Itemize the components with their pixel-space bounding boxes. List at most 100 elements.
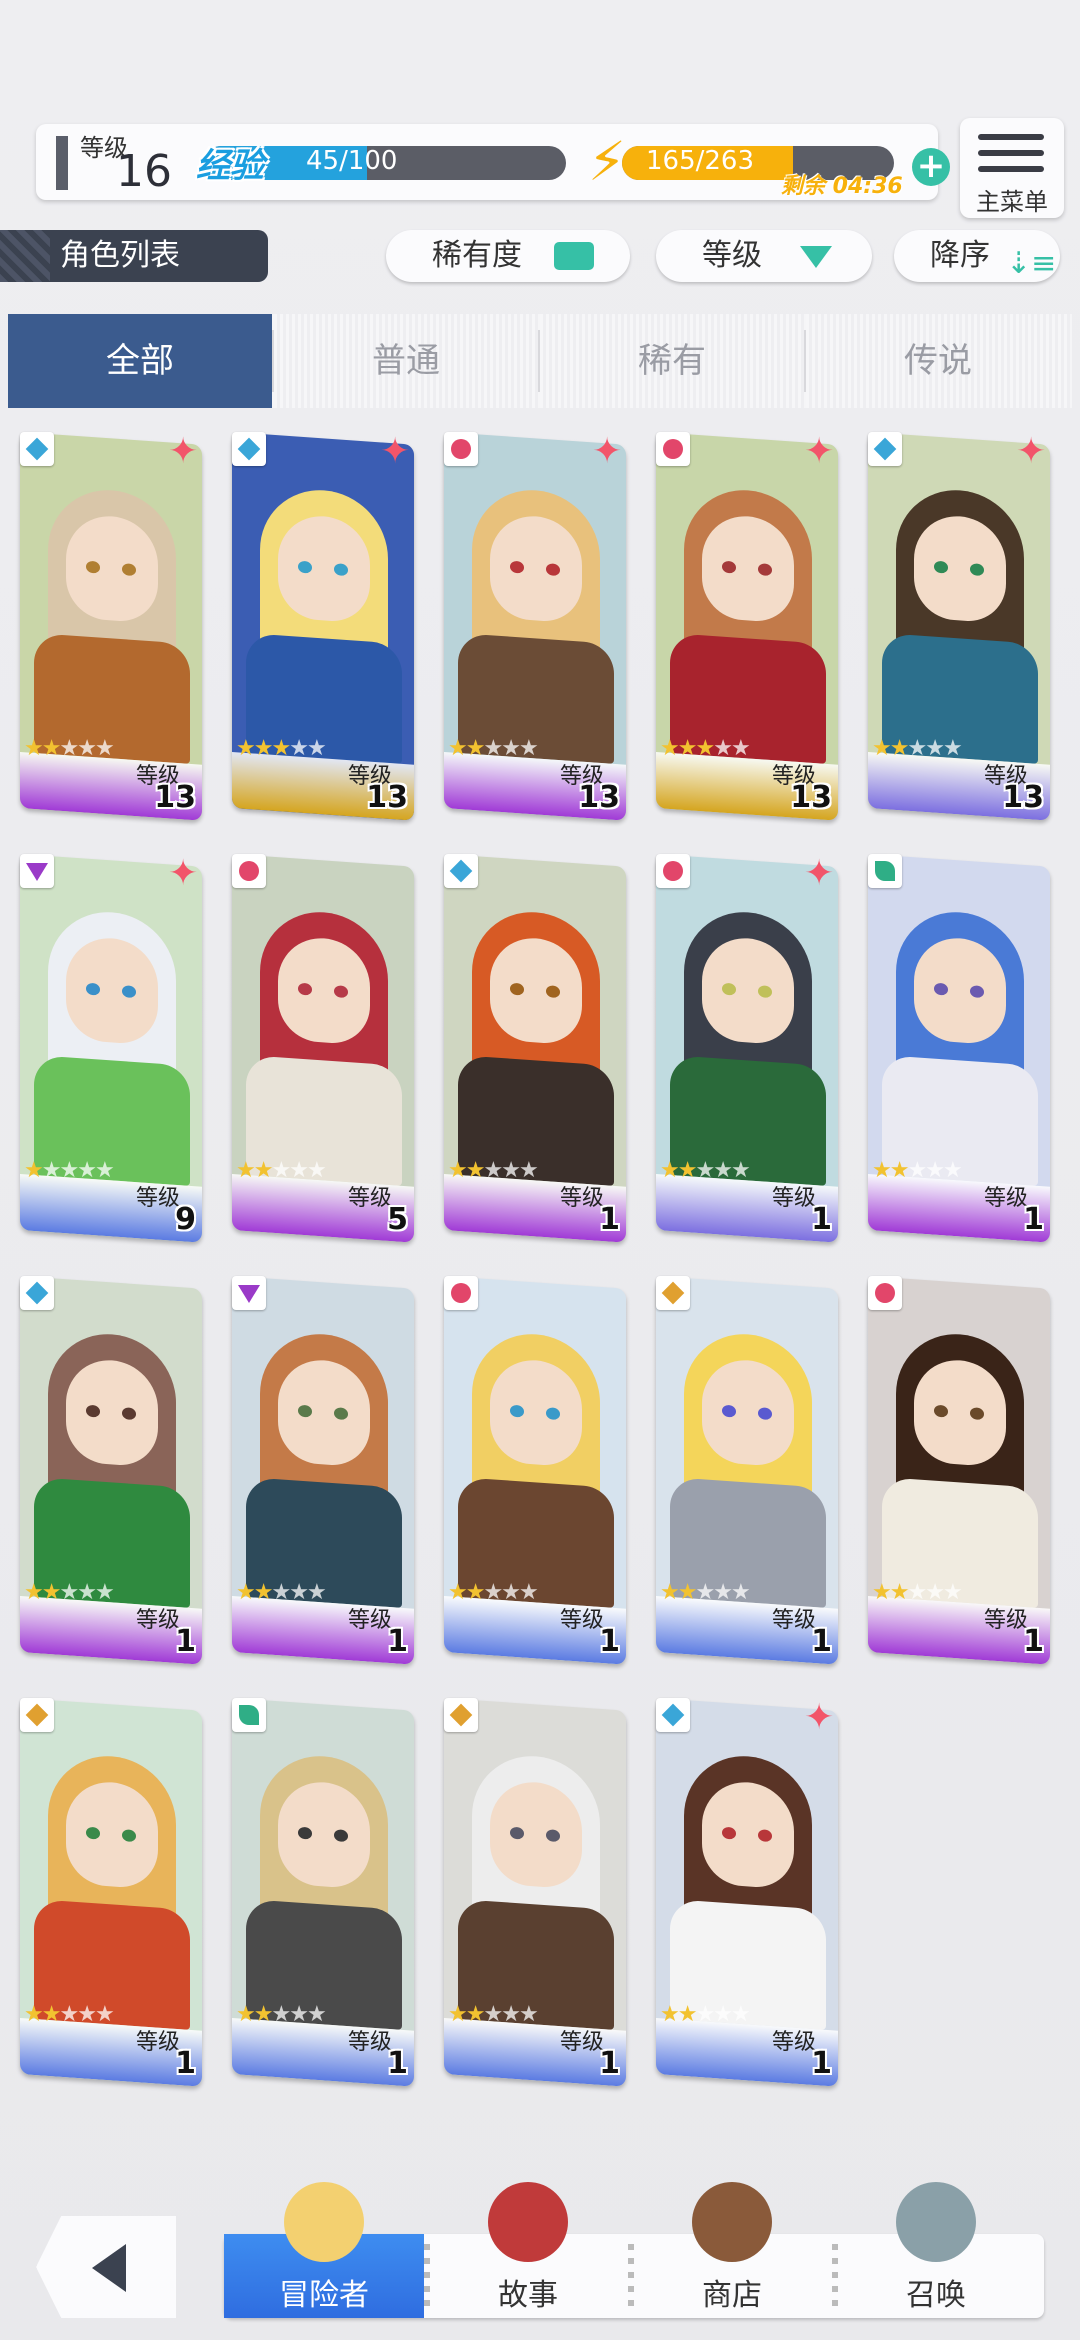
- portrait-eye: [546, 563, 560, 577]
- card-level-value: 13: [1002, 780, 1044, 815]
- sort-rarity-button[interactable]: 稀有度: [386, 230, 630, 282]
- portrait-eye: [122, 563, 136, 577]
- nav-item-0[interactable]: 冒险者: [224, 2182, 424, 2318]
- character-card[interactable]: ✦ ★★★★★ 等级 13: [656, 431, 838, 821]
- wind-attribute-icon: [868, 854, 902, 888]
- portrait-eye: [546, 1829, 560, 1843]
- character-card[interactable]: ✦ ★★★★★ 等级 13: [444, 431, 626, 821]
- portrait-eye: [722, 1826, 736, 1840]
- sort-level-label: 等级: [702, 238, 762, 273]
- rarity-stars: ★★★★★: [872, 736, 963, 761]
- main-menu-button[interactable]: 主菜单: [960, 118, 1064, 218]
- nav-item-label: 故事: [498, 2278, 558, 2313]
- character-card[interactable]: ★★★★★ 等级 1: [232, 1698, 414, 2087]
- adventurer-icon: [284, 2182, 364, 2262]
- portrait-eye: [758, 563, 772, 577]
- hamburger-icon: [978, 134, 1044, 140]
- new-sparkle-icon: ✦: [804, 853, 835, 894]
- character-card[interactable]: ★★★★★ 等级 1: [656, 1276, 838, 1665]
- character-card[interactable]: ✦ ★★★★★ 等级 13: [868, 432, 1050, 821]
- new-sparkle-icon: ✦: [804, 431, 835, 472]
- energy-refill-timer: 剩余 04:36: [781, 174, 903, 199]
- rarity-stars: ★★★★★: [660, 736, 751, 761]
- character-card[interactable]: ✦ ★★★★★ 等级 13: [232, 432, 414, 821]
- card-level-value: 13: [154, 780, 196, 815]
- card-level-value: 1: [387, 1624, 408, 1659]
- card-level-value: 1: [599, 1202, 620, 1237]
- light-attribute-icon: [444, 1698, 478, 1732]
- character-card[interactable]: ✦ ★★★★★ 等级 1: [656, 1698, 838, 2087]
- fire-attribute-icon: [868, 1276, 902, 1310]
- character-card[interactable]: ★★★★★ 等级 1: [20, 1276, 202, 1665]
- card-level-value: 1: [1023, 1202, 1044, 1237]
- nav-divider: [628, 2244, 634, 2308]
- portrait-eye: [334, 1407, 348, 1421]
- card-level-value: 1: [1023, 1624, 1044, 1659]
- rarity-stars: ★★★★★: [448, 736, 539, 761]
- portrait-eye: [298, 982, 312, 996]
- sort-order-label: 降序: [930, 238, 990, 273]
- character-card[interactable]: ★★★★★ 等级 5: [232, 854, 414, 1243]
- card-level-value: 1: [175, 1624, 196, 1659]
- nav-item-2[interactable]: 商店: [632, 2182, 832, 2318]
- rarity-stars: ★★★★★: [872, 1158, 963, 1183]
- cards-icon: [554, 242, 594, 270]
- title-pattern: [0, 230, 50, 282]
- rarity-stars: ★★★★★: [24, 736, 115, 761]
- water-attribute-icon: [232, 432, 266, 466]
- fire-attribute-icon: [656, 432, 690, 466]
- portrait-eye: [334, 985, 348, 999]
- card-level-value: 1: [599, 1624, 620, 1659]
- character-card[interactable]: ★★★★★ 等级 1: [232, 1276, 414, 1665]
- back-button[interactable]: [36, 2216, 176, 2318]
- hamburger-icon: [978, 150, 1044, 156]
- rarity-stars: ★★★★★: [24, 1158, 115, 1183]
- tab-2[interactable]: 稀有: [540, 314, 804, 408]
- new-sparkle-icon: ✦: [168, 431, 199, 472]
- nav-item-label: 冒险者: [279, 2278, 369, 2313]
- rarity-stars: ★★★★★: [24, 1580, 115, 1605]
- card-level-value: 5: [387, 1202, 408, 1237]
- add-energy-button[interactable]: +: [912, 148, 950, 186]
- nav-item-1[interactable]: 故事: [428, 2182, 628, 2318]
- portrait-eye: [934, 560, 948, 574]
- character-card[interactable]: ★★★★★ 等级 1: [20, 1698, 202, 2087]
- portrait-eye: [298, 560, 312, 574]
- summon-icon: [896, 2182, 976, 2262]
- card-level-value: 13: [366, 780, 408, 815]
- tab-0[interactable]: 全部: [8, 314, 272, 408]
- dark-attribute-icon: [20, 854, 54, 888]
- portrait-eye: [934, 1404, 948, 1418]
- portrait-eye: [334, 563, 348, 577]
- sort-rarity-label: 稀有度: [432, 238, 522, 273]
- tab-1[interactable]: 普通: [274, 314, 538, 408]
- character-card[interactable]: ✦ ★★★★★ 等级 9: [20, 854, 202, 1243]
- portrait-eye: [970, 1407, 984, 1421]
- new-sparkle-icon: ✦: [592, 431, 623, 472]
- portrait-eye: [510, 1404, 524, 1418]
- tab-3[interactable]: 传说: [806, 314, 1070, 408]
- tab-divider: [804, 330, 806, 392]
- portrait-eye: [722, 1404, 736, 1418]
- card-level-value: 1: [599, 2046, 620, 2081]
- portrait-eye: [122, 1407, 136, 1421]
- character-card[interactable]: ★★★★★ 等级 1: [868, 854, 1050, 1243]
- sort-order-button[interactable]: 降序 ⇣≡: [894, 230, 1060, 282]
- character-card[interactable]: ★★★★★ 等级 1: [444, 1698, 626, 2087]
- rarity-stars: ★★★★★: [660, 1580, 751, 1605]
- character-card[interactable]: ★★★★★ 等级 1: [868, 1276, 1050, 1665]
- card-level-value: 13: [790, 780, 832, 815]
- portrait-eye: [86, 1404, 100, 1418]
- sort-descending-icon: ⇣≡: [1006, 246, 1057, 281]
- lightning-icon: ⚡: [588, 130, 626, 193]
- sort-level-dropdown[interactable]: 等级: [656, 230, 872, 282]
- tab-divider: [538, 330, 540, 392]
- light-attribute-icon: [656, 1276, 690, 1310]
- water-attribute-icon: [20, 432, 54, 466]
- nav-item-3[interactable]: 召唤: [836, 2182, 1036, 2318]
- character-card[interactable]: ★★★★★ 等级 1: [444, 1276, 626, 1665]
- dark-attribute-icon: [232, 1276, 266, 1310]
- character-card[interactable]: ✦ ★★★★★ 等级 1: [656, 853, 838, 1243]
- character-card[interactable]: ✦ ★★★★★ 等级 13: [20, 431, 202, 821]
- character-card[interactable]: ★★★★★ 等级 1: [444, 854, 626, 1243]
